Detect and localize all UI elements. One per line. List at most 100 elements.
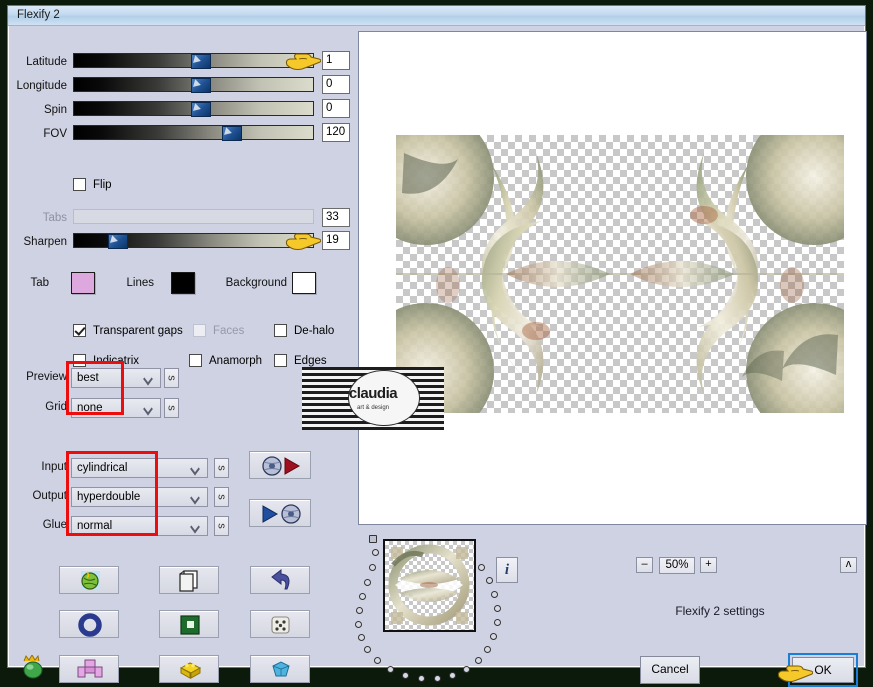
tool-button-gem[interactable]: [250, 655, 310, 683]
checkbox-anamorph[interactable]: [189, 354, 202, 367]
preview-image: [358, 109, 873, 439]
handle[interactable]: [434, 675, 441, 682]
zoom-level-value[interactable]: 50%: [659, 557, 695, 574]
green-flame-icon[interactable]: [19, 654, 49, 683]
arrow-globe-button[interactable]: [249, 499, 311, 527]
handle[interactable]: [475, 657, 482, 664]
preview-canvas[interactable]: claudia art & design: [302, 31, 873, 525]
handle[interactable]: [491, 591, 498, 598]
undo-arrow-icon: [271, 568, 290, 590]
checkbox-transparent-gaps[interactable]: [73, 324, 86, 337]
collapse-panel-button[interactable]: ʌ: [840, 557, 857, 573]
glue-s-button[interactable]: s: [214, 516, 229, 536]
checkbox-label-faces: Faces: [213, 325, 245, 337]
arrow-globe-icon: [262, 504, 301, 524]
chevron-down-icon: [190, 520, 200, 534]
handle[interactable]: [374, 657, 381, 664]
color-swatch-background[interactable]: [292, 272, 316, 294]
handle[interactable]: [358, 634, 365, 641]
tool-button-brick[interactable]: [159, 655, 219, 683]
zoom-in-button[interactable]: +: [700, 557, 717, 573]
tool-button-dice[interactable]: [250, 610, 310, 638]
slider-thumb-longitude[interactable]: [191, 78, 211, 93]
slider-value-tabs[interactable]: 33: [322, 208, 350, 227]
cancel-button[interactable]: Cancel: [640, 656, 700, 684]
globe-arrow-icon: [262, 456, 301, 476]
tool-button-copy[interactable]: [159, 566, 219, 594]
handle[interactable]: [418, 675, 425, 682]
tool-button-earth[interactable]: [59, 566, 119, 594]
handle-corner[interactable]: [369, 535, 377, 543]
slider-thumb-sharpen[interactable]: [108, 234, 128, 249]
pink-cross-icon: [77, 659, 103, 678]
highlight-box-input-output-glue: [66, 451, 158, 536]
glue-s-label: s: [215, 523, 228, 529]
checkbox-edges[interactable]: [274, 354, 287, 367]
slider-value-latitude[interactable]: 1: [322, 51, 350, 70]
slider-value-fov[interactable]: 120: [322, 123, 350, 142]
color-label-tab: Tab: [30, 277, 49, 289]
chevron-down-icon: [190, 462, 200, 476]
handle[interactable]: [494, 619, 501, 626]
handle[interactable]: [484, 646, 491, 653]
handle[interactable]: [486, 577, 493, 584]
slider-label-latitude: Latitude: [26, 56, 67, 68]
globe-arrow-button[interactable]: [249, 451, 311, 479]
input-s-button[interactable]: s: [214, 458, 229, 478]
handle[interactable]: [364, 579, 371, 586]
watermark-text: claudia: [348, 385, 398, 402]
checkbox-de-halo[interactable]: [274, 324, 287, 337]
watermark-subtext: art & design: [356, 405, 390, 411]
handle[interactable]: [356, 607, 363, 614]
color-swatch-tab[interactable]: [71, 272, 95, 294]
handle[interactable]: [494, 605, 501, 612]
copy-pages-icon: [179, 570, 198, 592]
info-button[interactable]: i: [496, 557, 518, 583]
tool-button-square[interactable]: [159, 610, 219, 638]
checkbox-label-de-halo: De-halo: [294, 325, 335, 337]
handle[interactable]: [369, 564, 376, 571]
handle[interactable]: [387, 666, 394, 673]
slider-track-spin[interactable]: [73, 101, 314, 117]
hand-cursor-icon-2: [285, 233, 321, 251]
handle[interactable]: [355, 621, 362, 628]
title-bar: Flexify 2: [8, 6, 865, 26]
slider-track-longitude[interactable]: [73, 77, 314, 93]
checkbox-faces: [193, 324, 206, 337]
handle[interactable]: [402, 672, 409, 679]
handle[interactable]: [372, 549, 379, 556]
info-icon: i: [504, 562, 510, 578]
preview-s-button[interactable]: s: [164, 368, 179, 388]
tool-button-cross[interactable]: [59, 655, 119, 683]
slider-thumb-spin[interactable]: [191, 102, 211, 117]
highlight-box-preview-grid: [66, 361, 124, 415]
handle[interactable]: [490, 633, 497, 640]
checkbox-label-anamorph: Anamorph: [209, 355, 263, 367]
tool-button-undo[interactable]: [250, 566, 310, 594]
handle[interactable]: [463, 666, 470, 673]
slider-value-sharpen[interactable]: 19: [322, 231, 350, 250]
handle[interactable]: [478, 564, 485, 571]
grid-s-label: s: [165, 405, 178, 411]
slider-track-fov[interactable]: [73, 125, 314, 141]
handle[interactable]: [364, 646, 371, 653]
slider-value-spin[interactable]: 0: [322, 99, 350, 118]
slider-value-longitude[interactable]: 0: [322, 75, 350, 94]
dropdown-label-input: Input: [41, 461, 67, 473]
slider-thumb-fov[interactable]: [222, 126, 242, 141]
thumbnail-artwork: [388, 544, 470, 626]
checkbox-flip[interactable]: [73, 178, 86, 191]
color-label-lines: Lines: [126, 277, 155, 289]
tool-button-ring[interactable]: [59, 610, 119, 638]
color-swatch-lines[interactable]: [171, 272, 195, 294]
slider-track-latitude[interactable]: [73, 53, 314, 69]
slider-thumb-latitude[interactable]: [191, 54, 211, 69]
thumbnail-preview[interactable]: [383, 539, 476, 632]
handle[interactable]: [359, 593, 366, 600]
dice-icon: [271, 616, 290, 634]
slider-track-sharpen[interactable]: [73, 233, 314, 249]
output-s-button[interactable]: s: [214, 487, 229, 507]
zoom-out-button[interactable]: –: [636, 557, 653, 573]
grid-s-button[interactable]: s: [164, 398, 179, 418]
handle[interactable]: [449, 672, 456, 679]
